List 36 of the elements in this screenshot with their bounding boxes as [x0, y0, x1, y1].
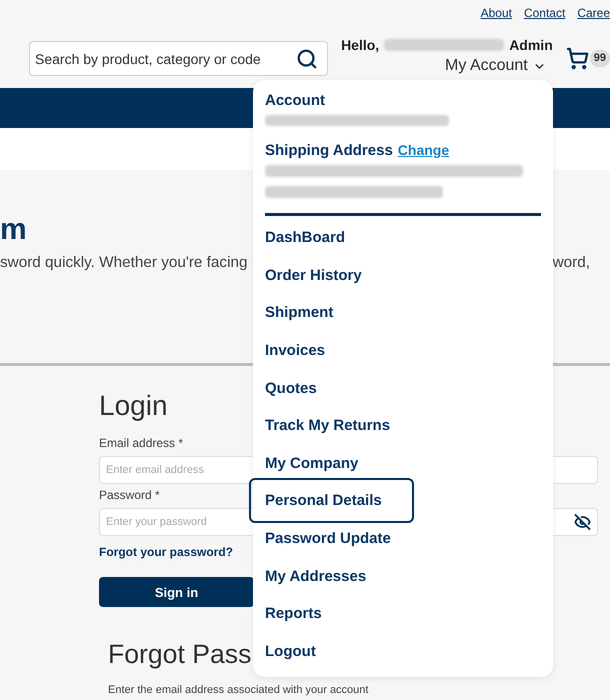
top-link[interactable]: Contact [524, 6, 566, 20]
menu-item[interactable]: Password Update [265, 528, 391, 549]
page-heading: m [0, 212, 27, 248]
menu-item[interactable]: My Company [265, 453, 358, 474]
field-label: Password * [99, 488, 160, 502]
top-link[interactable]: About [480, 6, 512, 20]
cart-count: 99 [590, 50, 610, 67]
instruction-text: Enter the email address associated with your account [108, 683, 368, 697]
menu-item[interactable]: Reports [265, 604, 322, 624]
login-heading: Login [99, 390, 168, 422]
menu-item[interactable]: Personal Details [249, 478, 414, 524]
my-account-button[interactable]: My Account [445, 56, 553, 76]
sign-in-button[interactable]: Sign in [99, 577, 254, 607]
top-link[interactable]: Caree [577, 6, 610, 20]
menu-item[interactable]: Logout [265, 641, 316, 662]
menu-item[interactable]: Quotes [265, 378, 317, 398]
account-label: Account [265, 91, 325, 111]
intro-text: sword quickly. Whether you're facing [0, 254, 248, 272]
intro-text: word, [552, 254, 590, 272]
menu-item[interactable]: Invoices [265, 340, 326, 361]
cart-icon[interactable] [566, 47, 589, 70]
field-label: Email address * [99, 436, 184, 450]
menu-item[interactable]: DashBoard [265, 228, 346, 248]
forgot-password-link[interactable]: Forgot your password? [99, 545, 234, 559]
menu-item[interactable]: Track My Returns [265, 416, 390, 436]
change-link[interactable]: Change [398, 142, 450, 158]
eye-off-icon[interactable] [574, 514, 591, 530]
menu-item[interactable]: My Addresses [265, 566, 366, 586]
shipping-address-label: Shipping Address [265, 141, 393, 161]
forgot-password-heading: Forgot Pass [108, 638, 252, 670]
role-text: Admin [509, 37, 553, 53]
greeting-text: Hello, [341, 37, 380, 53]
search-field[interactable]: Search by product, category or code [29, 41, 328, 76]
search-icon[interactable] [296, 48, 318, 70]
menu-item[interactable]: Order History [265, 265, 362, 286]
menu-item[interactable]: Shipment [265, 302, 334, 323]
